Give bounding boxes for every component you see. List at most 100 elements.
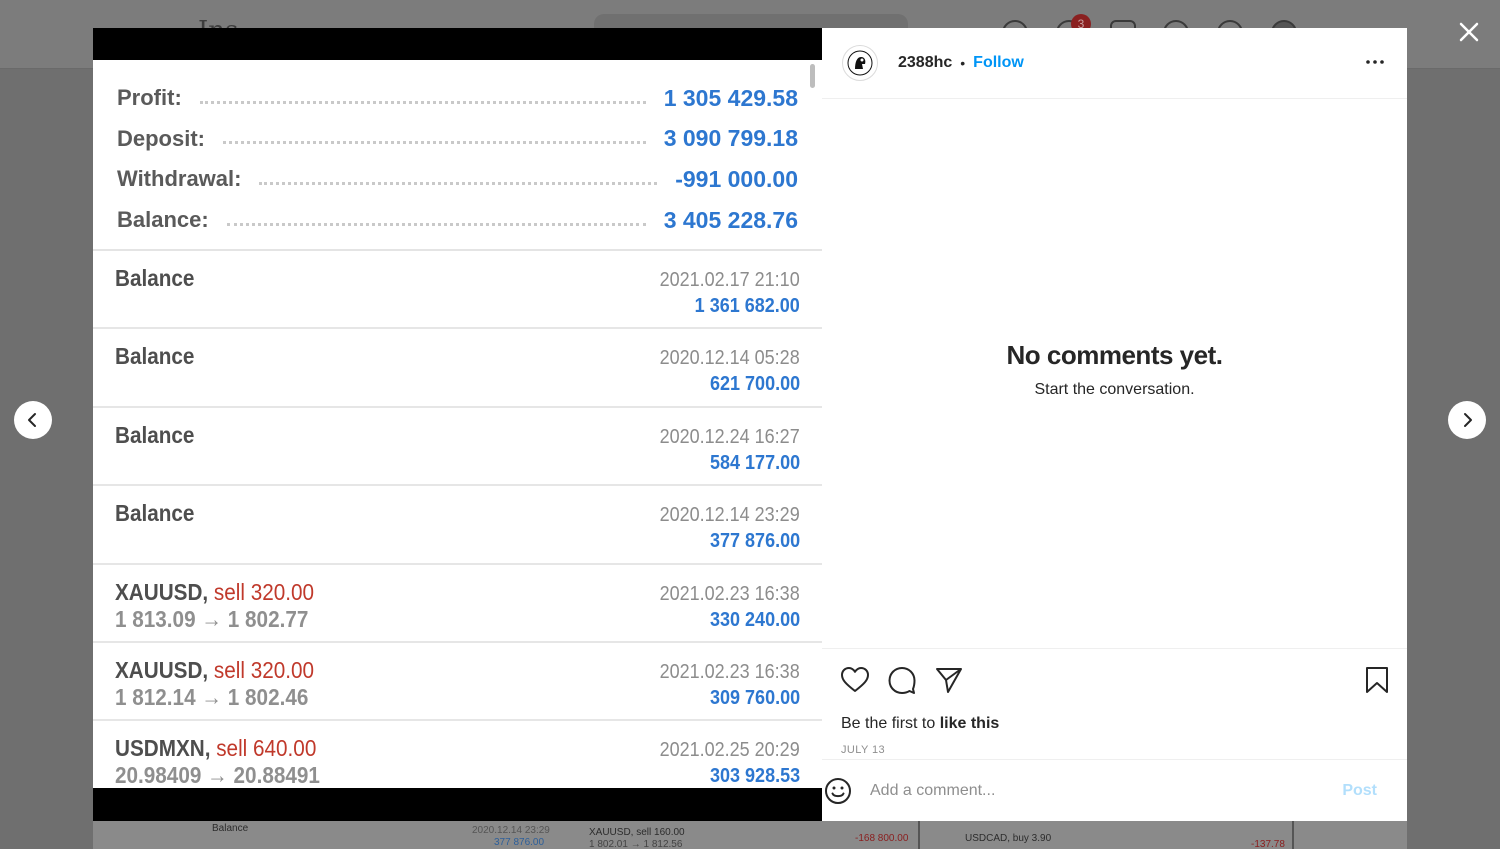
transaction-date: 2021.02.23 16:38 (659, 660, 800, 683)
transaction-title: XAUUSD, sell 320.00 (115, 579, 314, 606)
transaction-amount: 303 928.53 (709, 765, 800, 788)
transaction-row: XAUUSD, sell 320.00 1 813.09 → 1 802.77 20… (93, 565, 822, 643)
comments-panel: 2388hc • Follow No comments yet. Start t… (822, 28, 1407, 821)
transaction-symbol: Balance (115, 265, 195, 291)
summary-row: Balance: 3 405 228.76 (117, 200, 798, 241)
background-divider (918, 820, 920, 849)
more-horizontal-icon (1366, 60, 1384, 64)
statement-scrollbar (810, 64, 815, 88)
transaction-prices: 1 812.14 → 1 802.46 (115, 683, 309, 710)
post-media[interactable]: Profit: 1 305 429.58 Deposit: 3 090 799.18 W… (93, 28, 822, 821)
save-button[interactable] (1362, 665, 1392, 695)
transaction-prices: 20.98409 → 20.88491 (115, 762, 320, 788)
transaction-symbol: XAUUSD, (115, 656, 209, 683)
share-button[interactable] (934, 665, 964, 695)
emoji-button[interactable] (824, 777, 852, 805)
chevron-left-icon (28, 413, 36, 427)
transaction-title: XAUUSD, sell 320.00 (115, 657, 314, 684)
background-strip-text: USDCAD, buy 3.90 (965, 833, 1052, 844)
summary-label: Profit: (117, 85, 182, 111)
like-this-link[interactable]: like this (940, 715, 1000, 732)
transaction-row: USDMXN, sell 640.00 20.98409 → 20.88491 20… (93, 721, 822, 788)
post-modal: Profit: 1 305 429.58 Deposit: 3 090 799.18 W… (93, 28, 1407, 821)
background-strip-text: 2020.12.14 23:29 (472, 825, 550, 836)
comment-input[interactable] (870, 781, 1343, 800)
background-strip-text: -137.78 (1251, 839, 1285, 849)
transaction-row: Balance 2021.02.17 21:10 1 361 682.00 (93, 251, 822, 330)
summary-leader-dots (199, 100, 646, 104)
comment-button[interactable] (887, 665, 917, 695)
summary-label: Deposit: (117, 125, 205, 151)
summary-leader-dots (223, 141, 646, 145)
background-strip-text: 377 876.00 (494, 837, 545, 848)
more-options-button[interactable] (1365, 52, 1385, 77)
post-comment-button[interactable]: Post (1342, 782, 1377, 800)
transaction-amount: 377 876.00 (709, 530, 800, 553)
transaction-symbol: Balance (115, 500, 195, 527)
previous-post-button[interactable] (14, 401, 52, 439)
background-strip-text: 1 802.01 → 1 812.56 (589, 839, 683, 849)
summary-row: Deposit: 3 090 799.18 (117, 119, 798, 160)
comment-icon (888, 667, 916, 694)
background-strip-text: Balance (212, 823, 249, 834)
summary-row: Profit: 1 305 429.58 (117, 78, 798, 119)
transaction-date: 2020.12.14 23:29 (659, 504, 800, 527)
close-icon (1459, 22, 1479, 42)
next-post-button[interactable] (1448, 401, 1486, 439)
likes-summary: Be the first to like this (841, 715, 999, 733)
transaction-prices: 1 813.09 → 1 802.77 (115, 605, 309, 632)
header-separator: • (960, 55, 966, 71)
transaction-amount: 330 240.00 (709, 608, 800, 631)
empty-comments-subtitle: Start the conversation. (1034, 381, 1195, 398)
summary-leader-dots (226, 222, 646, 226)
account-summary: Profit: 1 305 429.58 Deposit: 3 090 799.18 W… (93, 60, 822, 251)
trading-statement-image: Profit: 1 305 429.58 Deposit: 3 090 799.18 W… (93, 60, 822, 788)
post-date: JULY 13 (841, 744, 885, 756)
transaction-amount: 584 177.00 (709, 451, 800, 474)
background-strip-text: -168 800.00 (855, 833, 909, 844)
avatar-icon (847, 50, 873, 76)
comment-form: Post (822, 759, 1407, 821)
background-divider (1292, 820, 1294, 849)
likes-prefix: Be the first to (841, 715, 940, 732)
summary-label: Withdrawal: (117, 166, 242, 192)
transaction-date: 2020.12.14 05:28 (659, 347, 800, 370)
transaction-amount: 621 700.00 (709, 373, 800, 396)
transaction-date: 2021.02.25 20:29 (659, 739, 800, 762)
transaction-action: sell 320.00 (213, 656, 315, 683)
author-avatar[interactable] (842, 45, 878, 81)
close-button[interactable] (1455, 18, 1483, 46)
emoji-icon (825, 777, 851, 804)
transaction-amount: 309 760.00 (709, 686, 800, 709)
author-username[interactable]: 2388hc (898, 54, 952, 72)
transaction-action: sell 320.00 (213, 578, 315, 605)
post-actions: Be the first to like this JULY 13 (822, 648, 1407, 759)
transaction-symbol: Balance (115, 421, 195, 448)
transaction-row: Balance 2020.12.14 05:28 621 700.00 (93, 329, 822, 408)
background-strip-text: XAUUSD, sell 160.00 (589, 827, 685, 838)
like-button[interactable] (840, 665, 870, 695)
summary-value: 1 305 429.58 (663, 84, 798, 111)
summary-value: 3 405 228.76 (663, 206, 798, 233)
transaction-symbol: USDMXN, (115, 735, 211, 762)
summary-value: 3 090 799.18 (663, 125, 798, 152)
transaction-date: 2021.02.23 16:38 (659, 582, 800, 605)
transaction-title: Balance (115, 265, 194, 292)
transaction-row: XAUUSD, sell 320.00 1 812.14 → 1 802.46 20… (93, 643, 822, 722)
summary-value: -991 000.00 (675, 165, 798, 192)
empty-comments: No comments yet. Start the conversation. (822, 340, 1407, 399)
post-header: 2388hc • Follow (822, 28, 1407, 99)
transaction-symbol: XAUUSD, (115, 578, 209, 605)
transaction-row: Balance 2020.12.14 23:29 377 876.00 (93, 486, 822, 565)
heart-icon (841, 667, 869, 692)
transaction-title: Balance (115, 500, 194, 527)
bookmark-icon (1366, 667, 1388, 693)
summary-row: Withdrawal: -991 000.00 (117, 159, 798, 200)
summary-leader-dots (259, 181, 658, 185)
transaction-action: sell 640.00 (216, 735, 317, 762)
transaction-date: 2021.02.17 21:10 (659, 269, 800, 291)
transaction-title: Balance (115, 343, 194, 370)
transaction-amount: 1 361 682.00 (694, 295, 800, 317)
send-icon (936, 668, 962, 693)
follow-button[interactable]: Follow (973, 54, 1024, 72)
